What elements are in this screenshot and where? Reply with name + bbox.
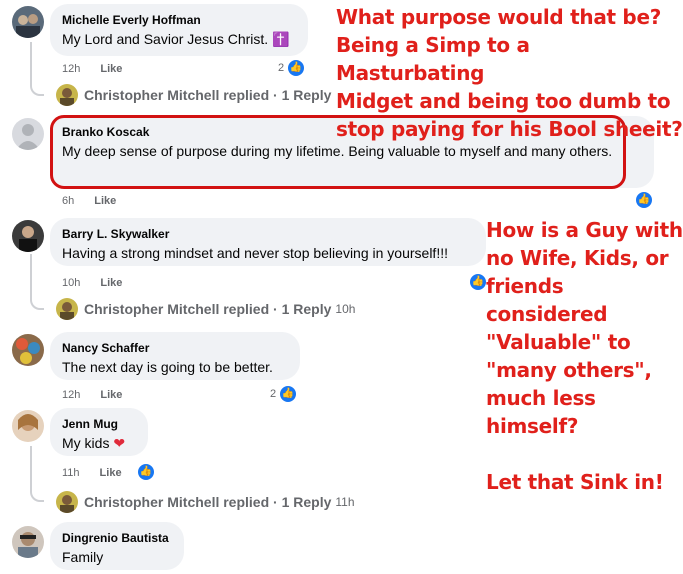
comment-bubble: Barry L. Skywalker Having a strong minds… [50, 218, 486, 266]
annotation-line: friends considered [486, 274, 608, 326]
annotation-line [486, 440, 683, 468]
like-button[interactable]: Like [100, 63, 122, 75]
like-reaction-icon: 👍 [288, 60, 304, 76]
comment-meta: 12h Like [62, 388, 122, 402]
comment-bubble: Michelle Everly Hoffman My Lord and Savi… [50, 4, 308, 56]
annotation-line: What purpose would that be? [336, 5, 662, 29]
like-button[interactable]: Like [94, 195, 116, 207]
commenter-name[interactable]: Dingrenio Bautista [62, 530, 172, 546]
commenter-name[interactable]: Barry L. Skywalker [62, 226, 474, 242]
timestamp[interactable]: 11h [62, 467, 80, 479]
thread-connector [30, 446, 44, 502]
like-reaction-icon: 👍 [138, 464, 154, 480]
comment-bubble: Jenn Mug My kids ❤ [50, 408, 148, 456]
annotation-line: "Valuable" to [486, 330, 631, 354]
reaction-count[interactable]: 2 [270, 388, 276, 400]
annotation-line: Let that Sink in! [486, 470, 664, 494]
reply-avatar [56, 298, 78, 320]
commenter-name[interactable]: Nancy Schaffer [62, 340, 288, 356]
avatar[interactable] [12, 410, 44, 442]
avatar[interactable] [12, 6, 44, 38]
comment-meta: 10h Like [62, 276, 122, 290]
avatar[interactable] [12, 526, 44, 558]
comment-text: My kids ❤ [62, 434, 136, 453]
annotation-top: What purpose would that be? Being a Simp… [336, 3, 683, 143]
annotation-line: much less himself? [486, 386, 596, 438]
annotation-line: Being a Simp to a Masturbating [336, 33, 530, 85]
replies-link[interactable]: Christopher Mitchell replied · 1 Reply 1… [56, 491, 355, 513]
annotation-line: How is a Guy with [486, 218, 683, 242]
avatar[interactable] [12, 220, 44, 252]
reply-summary[interactable]: Christopher Mitchell replied · 1 Reply [84, 494, 331, 510]
comment-meta: 11h Like [62, 466, 122, 480]
comment-text-content: My kids [62, 435, 110, 451]
reaction-count[interactable]: 2 [278, 62, 284, 74]
thread-connector [30, 254, 44, 310]
annotation-line: no Wife, Kids, or [486, 246, 669, 270]
like-button[interactable]: Like [100, 467, 122, 479]
reply-avatar [56, 84, 78, 106]
comment-text: Having a strong mindset and never stop b… [62, 245, 448, 261]
timestamp[interactable]: 10h [62, 277, 80, 289]
like-reaction-icon: 👍 [470, 274, 486, 290]
like-button[interactable]: Like [100, 389, 122, 401]
like-reaction-icon: 👍 [280, 386, 296, 402]
reply-avatar [56, 491, 78, 513]
comment-meta: 12h Like [62, 62, 122, 76]
reply-timestamp[interactable]: 11h [335, 495, 354, 509]
timestamp[interactable]: 12h [62, 389, 80, 401]
reply-summary[interactable]: Christopher Mitchell replied · 1 Reply [84, 301, 331, 317]
annotation-line: "many others", [486, 358, 652, 382]
comment-meta: 6h Like [62, 194, 116, 208]
like-button[interactable]: Like [100, 277, 122, 289]
reply-summary[interactable]: Christopher Mitchell replied · 1 Reply [84, 87, 331, 103]
comment-text: Family [62, 549, 104, 565]
reply-timestamp[interactable]: 10h [335, 302, 355, 316]
annotation-line: Midget and being too dumb to [336, 89, 671, 113]
comment-text: My Lord and Savior Jesus Christ. ✝️ [62, 31, 290, 47]
heart-icon: ❤ [113, 435, 126, 451]
avatar[interactable] [12, 334, 44, 366]
replies-link[interactable]: Christopher Mitchell replied · 1 Reply [56, 84, 331, 106]
timestamp[interactable]: 12h [62, 63, 80, 75]
timestamp[interactable]: 6h [62, 195, 74, 207]
commenter-name[interactable]: Michelle Everly Hoffman [62, 12, 296, 28]
commenter-name[interactable]: Jenn Mug [62, 416, 136, 432]
comment-bubble: Nancy Schaffer The next day is going to … [50, 332, 300, 380]
thread-connector [30, 42, 44, 96]
annotation-line: stop paying for his Bool sheeit? [336, 117, 683, 141]
annotation-side: How is a Guy with no Wife, Kids, or frie… [486, 216, 683, 496]
like-reaction-icon: 👍 [636, 192, 652, 208]
comment-text: The next day is going to be better. [62, 359, 273, 375]
avatar[interactable] [12, 118, 44, 150]
comment-bubble: Dingrenio Bautista Family [50, 522, 184, 570]
replies-link[interactable]: Christopher Mitchell replied · 1 Reply 1… [56, 298, 355, 320]
